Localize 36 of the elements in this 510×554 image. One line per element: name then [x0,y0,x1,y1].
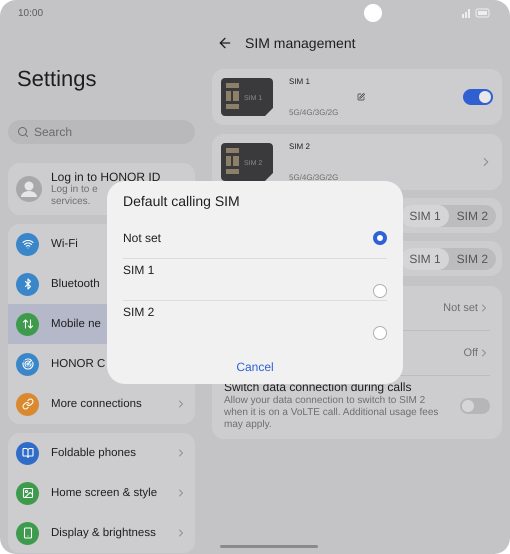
sim-switch[interactable] [463,89,493,105]
setting-description: Allow your data connection to switch to SIM 2 when it is on a VoLTE call. Additional usage fees may apply. [224,395,440,431]
setting-value: Not set [443,302,478,314]
status-time: 10:00 [18,8,44,18]
page-title: SIM management [245,35,356,51]
search-icon [17,126,29,138]
sim-option[interactable]: SIM 1 [401,204,449,226]
account-subtitle: Log in to e [51,184,98,196]
data-switch[interactable] [460,398,490,414]
radio-button[interactable] [373,230,387,244]
sim-networks: 5G/4G/3G/2G [289,173,340,182]
settings-item[interactable]: Display & brightness [8,513,195,553]
back-icon[interactable] [217,35,233,51]
avatar-icon [16,176,42,202]
radio-button[interactable] [373,284,387,298]
sim-name: SIM 2 [289,142,311,151]
settings-title: Settings [17,66,98,92]
sim-option[interactable]: SIM 1 [401,248,449,270]
setting-value: Off [464,347,478,359]
cancel-button[interactable]: Cancel [230,358,280,376]
sim-networks: 5G/4G/3G/2G [289,108,340,117]
sim-option[interactable]: SIM 2 [448,204,496,226]
settings-item[interactable]: More connections [8,384,195,424]
settings-item[interactable]: Foldable phones [8,433,195,473]
camera-icon [364,4,382,22]
radio-button[interactable] [373,326,387,340]
settings-item[interactable]: HONOR C [8,344,195,384]
status-icons [462,8,492,18]
sim-option[interactable]: SIM 2 [448,248,496,270]
settings-item[interactable]: Home screen & style [8,473,195,513]
dialog-option[interactable]: Not set [123,217,387,259]
account-title: Log in to HONOR ID [51,170,160,184]
edit-icon[interactable] [357,93,365,101]
account-subtitle: services. [51,196,90,208]
dialog-option[interactable]: SIM 1 [123,259,387,301]
sim-name: SIM 1 [289,77,311,86]
